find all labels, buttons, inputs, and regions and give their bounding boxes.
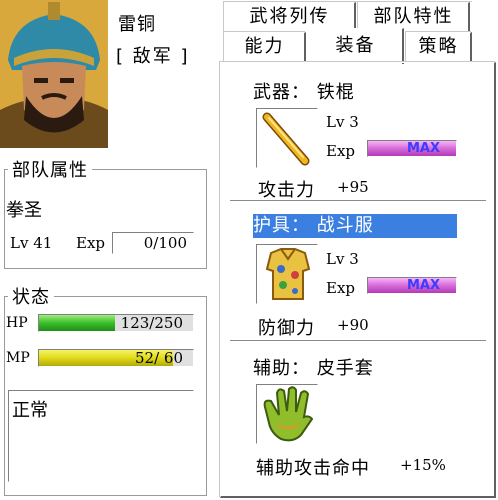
attack-label: 攻击力: [258, 180, 315, 201]
hp-bar: 123/250: [38, 314, 194, 332]
armor-exp-label: Exp: [326, 279, 356, 297]
auxiliary-slot[interactable]: [256, 384, 318, 444]
armor-slot[interactable]: [256, 244, 318, 304]
tab-abilities[interactable]: 能力: [224, 32, 306, 62]
armor-level: Lv 3: [326, 250, 359, 268]
auxiliary-header[interactable]: 辅助： 皮手套: [253, 354, 374, 380]
general-portrait: [0, 0, 108, 148]
battle-suit-icon: [265, 248, 311, 300]
hp-value: 123/250: [120, 314, 183, 332]
troop-level: Lv 41: [10, 234, 53, 252]
condition-text: 正常: [12, 400, 48, 421]
armor-header[interactable]: 护具： 战斗服: [253, 214, 457, 238]
general-portrait-image: [0, 0, 108, 148]
troop-exp-value: 0/100: [112, 232, 194, 254]
armor-exp-bar: MAX: [367, 277, 457, 294]
weapon-header[interactable]: 武器： 铁棍: [253, 78, 355, 104]
auxiliary-effect-label: 辅助攻击命中: [256, 458, 370, 479]
hp-label: HP: [6, 315, 28, 331]
section-divider: [230, 200, 486, 202]
troop-class: 拳圣: [6, 200, 42, 221]
weapon-exp-bar: MAX: [367, 140, 457, 157]
attack-value: +95: [337, 178, 369, 196]
weapon-slot[interactable]: [256, 108, 318, 168]
leather-glove-icon: [263, 386, 314, 442]
section-divider: [230, 340, 486, 342]
troop-exp-label: Exp: [76, 234, 106, 252]
defense-value: +90: [337, 316, 369, 334]
mp-bar: 52/ 60: [38, 349, 194, 367]
status-title: 状态: [8, 283, 54, 309]
tab-strategy[interactable]: 策略: [406, 32, 472, 62]
mp-value: 52/ 60: [135, 349, 183, 367]
tab-equipment[interactable]: 装备: [308, 28, 404, 64]
weapon-exp-label: Exp: [326, 142, 356, 160]
faction-label: [ 敌军 ]: [116, 46, 190, 67]
hp-bar-fill: [39, 315, 115, 331]
mp-label: MP: [6, 350, 30, 366]
defense-label: 防御力: [258, 318, 315, 339]
auxiliary-effect-value: +15%: [400, 456, 446, 474]
troop-attributes-title: 部队属性: [8, 156, 92, 182]
iron-staff-icon: [262, 112, 310, 166]
general-name: 雷铜: [118, 14, 156, 35]
weapon-level: Lv 3: [326, 113, 359, 131]
